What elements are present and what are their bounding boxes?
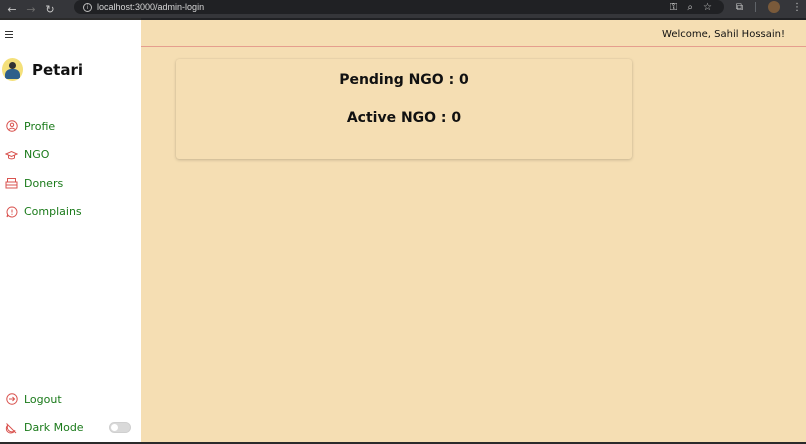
message-alert-icon <box>5 205 18 218</box>
site-info-icon[interactable]: i <box>83 2 92 12</box>
address-bar[interactable]: i localhost:3000/admin-login ⚿ ⌕ ☆ <box>74 0 724 14</box>
sidebar-item-ngo[interactable]: NGO <box>5 141 82 170</box>
sidebar-item-label: Complains <box>24 205 82 219</box>
sidebar-item-doners[interactable]: Doners <box>5 169 82 198</box>
dark-mode-label: Dark Mode <box>24 421 84 435</box>
url-text[interactable]: localhost:3000/admin-login <box>97 2 204 12</box>
back-icon[interactable]: ← <box>5 2 19 16</box>
sidebar-item-label: NGO <box>24 148 50 162</box>
sidebar-item-complains[interactable]: Complains <box>5 198 82 227</box>
toggle-knob <box>111 424 118 431</box>
brand: Petari <box>2 58 83 81</box>
sidebar-item-profile[interactable]: Profie <box>5 112 82 141</box>
main-content: Welcome, Sahil Hossain! Pending NGO : 0 … <box>141 20 806 444</box>
sidebar-bottom-menu: Logout Dark Mode <box>5 385 84 442</box>
brand-logo <box>2 58 23 81</box>
reload-icon[interactable]: ↻ <box>43 2 57 16</box>
password-key-icon[interactable]: ⚿ <box>670 2 678 13</box>
dark-mode-toggle[interactable] <box>109 422 131 433</box>
sidebar-item-label: Doners <box>24 176 64 190</box>
browser-toolbar: ← → ↻ i localhost:3000/admin-login ⚿ ⌕ ☆… <box>0 0 806 18</box>
sidebar: Petari Profie NGO Doners Complains Logou… <box>0 18 141 444</box>
donation-box-icon <box>5 177 18 190</box>
profile-avatar[interactable] <box>768 1 780 13</box>
bookmark-star-icon[interactable]: ☆ <box>703 2 712 13</box>
dark-mode-row: Dark Mode <box>5 414 84 443</box>
hamburger-menu-icon[interactable] <box>5 31 13 38</box>
logout-button[interactable]: Logout <box>5 385 84 414</box>
logout-icon <box>5 393 18 406</box>
toolbar-divider <box>755 2 756 12</box>
brand-name: Petari <box>32 60 83 79</box>
active-ngo-count: Active NGO : 0 <box>346 110 462 126</box>
sidebar-item-label: Profie <box>24 119 56 133</box>
sidebar-menu: Profie NGO Doners Complains <box>5 112 82 226</box>
more-menu-icon[interactable]: ⋮ <box>792 2 802 13</box>
extensions-icon[interactable]: ⧉ <box>736 2 743 13</box>
top-header: Welcome, Sahil Hossain! <box>141 20 806 47</box>
pending-ngo-count: Pending NGO : 0 <box>339 72 469 88</box>
forward-icon[interactable]: → <box>24 2 38 16</box>
moon-off-icon <box>5 421 18 434</box>
welcome-message: Welcome, Sahil Hossain! <box>662 29 785 40</box>
zoom-icon[interactable]: ⌕ <box>687 2 693 13</box>
logout-label: Logout <box>24 392 62 406</box>
ngo-stats-card: Pending NGO : 0 Active NGO : 0 <box>176 59 632 159</box>
user-circle-icon <box>5 120 18 133</box>
graduation-cap-icon <box>5 148 18 161</box>
